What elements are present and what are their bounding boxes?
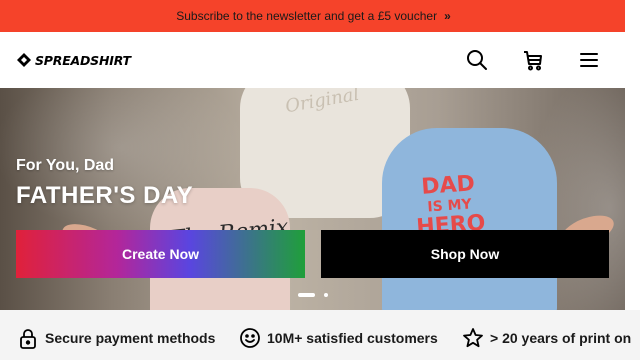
double-chevron-right-icon: »: [444, 9, 451, 23]
site-header: SPREADSHIRT: [0, 32, 625, 88]
newsletter-promo-bar[interactable]: Subscribe to the newsletter and get a £5…: [0, 0, 625, 32]
logo-mark-icon: [17, 53, 31, 67]
usp-bar: Secure payment methods 10M+ satisfied cu…: [0, 310, 640, 360]
star-icon: [463, 328, 483, 348]
menu-icon[interactable]: [578, 49, 600, 71]
usp-label: 10M+ satisfied customers: [267, 330, 438, 346]
smiley-icon: [240, 328, 260, 348]
create-now-button[interactable]: Create Now: [16, 230, 305, 278]
hero-headline: FATHER'S DAY: [16, 182, 194, 209]
cart-icon[interactable]: [522, 49, 544, 71]
shop-now-button[interactable]: Shop Now: [321, 230, 609, 278]
usp-label: Secure payment methods: [45, 330, 216, 346]
carousel-dot[interactable]: [324, 293, 328, 297]
search-icon[interactable]: [466, 49, 488, 71]
usp-secure-payment: Secure payment methods: [17, 327, 215, 349]
carousel-dot-active[interactable]: [298, 293, 315, 297]
carousel-indicators: [298, 293, 328, 297]
hero-banner[interactable]: Original The Remix DAD IS MY HERO For Yo…: [0, 88, 625, 310]
usp-years-experience: > 20 years of print on: [462, 327, 631, 349]
hero-kicker: For You, Dad: [16, 157, 115, 174]
spreadshirt-logo[interactable]: SPREADSHIRT: [16, 52, 131, 68]
lock-icon: [20, 329, 36, 349]
promo-text: Subscribe to the newsletter and get a £5…: [176, 9, 438, 23]
usp-label: > 20 years of print on: [490, 330, 632, 346]
logo-text: SPREADSHIRT: [35, 52, 131, 68]
right-shirt-print: DAD IS MY HERO: [413, 171, 487, 240]
usp-satisfied-customers: 10M+ satisfied customers: [239, 327, 438, 349]
